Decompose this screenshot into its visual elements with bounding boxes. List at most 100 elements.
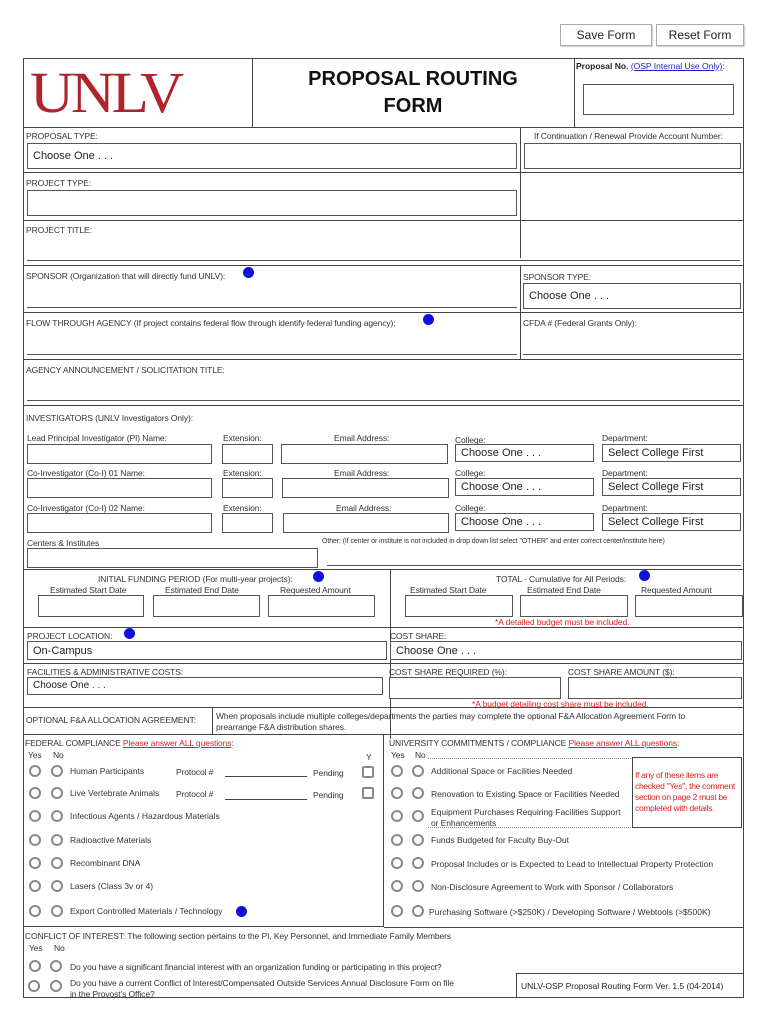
federal-item-3-no-radio[interactable] <box>51 810 63 822</box>
fa-costs-select[interactable]: Choose One . . . <box>27 677 383 695</box>
university-item-4-yes-radio[interactable] <box>391 834 403 846</box>
university-item-2-yes-radio[interactable] <box>391 787 403 799</box>
university-item-1-label: Additional Space or Facilities Needed <box>431 766 573 776</box>
conflict-q1-yes-radio[interactable] <box>29 960 41 972</box>
conflict-q2-line-1: Do you have a current Conflict of Intere… <box>70 978 454 988</box>
university-item-7-yes-radio[interactable] <box>391 905 403 917</box>
protocol-input-1[interactable] <box>225 776 307 777</box>
federal-item-2-no-radio[interactable] <box>51 787 63 799</box>
cost-share-required-input[interactable] <box>389 677 561 699</box>
protocol-input-2[interactable] <box>225 799 307 800</box>
pi-college-value: Choose One . . . <box>461 447 542 459</box>
federal-item-6-yes-radio[interactable] <box>29 880 41 892</box>
university-item-2-label: Renovation to Existing Space or Faciliti… <box>431 789 620 799</box>
unlv-logo: UNLV <box>30 60 184 125</box>
coi1-name-input[interactable] <box>27 478 212 498</box>
federal-item-5-no-radio[interactable] <box>51 857 63 869</box>
university-item-1-no-radio[interactable] <box>412 765 424 777</box>
university-item-6-no-radio[interactable] <box>412 880 424 892</box>
coi2-college-value: Choose One . . . <box>461 516 542 528</box>
federal-item-4-no-radio[interactable] <box>51 834 63 846</box>
federal-item-2-yes-radio[interactable] <box>29 787 41 799</box>
save-form-button[interactable]: Save Form <box>560 24 652 46</box>
university-yes-header: Yes <box>391 750 405 760</box>
university-item-4-no-radio[interactable] <box>412 834 424 846</box>
coi1-college-select[interactable]: Choose One . . . <box>455 478 594 496</box>
centers-select[interactable] <box>27 548 318 568</box>
pi-college-select[interactable]: Choose One . . . <box>455 444 594 462</box>
total-end-input[interactable] <box>520 595 628 617</box>
flow-through-input[interactable] <box>27 354 517 355</box>
reset-form-button[interactable]: Reset Form <box>656 24 744 46</box>
pending-checkbox-1[interactable] <box>362 766 374 778</box>
pi-dept-label: Department: <box>602 433 648 443</box>
divider <box>23 312 744 313</box>
federal-item-7-no-radio[interactable] <box>51 905 63 917</box>
project-type-select[interactable] <box>27 190 517 216</box>
coi1-dept-select[interactable]: Select College First <box>602 478 741 496</box>
university-item-3-yes-radio[interactable] <box>391 810 403 822</box>
university-item-1-yes-radio[interactable] <box>391 765 403 777</box>
total-start-input[interactable] <box>405 595 513 617</box>
university-item-3-line-2: or Enhancements <box>431 818 497 828</box>
federal-item-1-no-radio[interactable] <box>51 765 63 777</box>
coi1-email-input[interactable] <box>282 478 449 498</box>
university-item-5-yes-radio[interactable] <box>391 857 403 869</box>
conflict-q1-no-radio[interactable] <box>50 960 62 972</box>
pi-email-input[interactable] <box>281 444 448 464</box>
coi1-name-label: Co-Investigator (Co-I) 01 Name: <box>27 468 145 478</box>
university-item-2-no-radio[interactable] <box>412 787 424 799</box>
federal-item-5-yes-radio[interactable] <box>29 857 41 869</box>
cost-share-select[interactable]: Choose One . . . <box>390 641 742 660</box>
coi1-ext-input[interactable] <box>222 478 273 498</box>
total-funding-help-icon[interactable]: ? <box>639 570 650 581</box>
university-title-text: UNIVERSITY COMMITMENTS / COMPLIANCE <box>389 738 567 748</box>
title-line-2: FORM <box>383 95 443 117</box>
pending-label-2: Pending <box>313 790 344 800</box>
cost-share-amount-input[interactable] <box>568 677 742 699</box>
initial-start-input[interactable] <box>38 595 144 617</box>
export-help-icon[interactable]: ? <box>236 906 247 917</box>
university-item-3-no-radio[interactable] <box>412 810 424 822</box>
federal-item-1-yes-radio[interactable] <box>29 765 41 777</box>
pi-dept-select[interactable]: Select College First <box>602 444 741 462</box>
flow-through-help-icon[interactable]: ? <box>423 314 434 325</box>
announcement-input[interactable] <box>27 400 740 401</box>
coi2-email-input[interactable] <box>283 513 449 533</box>
sponsor-input[interactable] <box>27 307 517 308</box>
coi1-college-label: College: <box>455 468 486 478</box>
project-location-help-icon[interactable]: ? <box>124 628 135 639</box>
conflict-q2-yes-radio[interactable] <box>28 980 40 992</box>
total-amount-input[interactable] <box>635 595 743 617</box>
sponsor-help-icon[interactable]: ? <box>243 267 254 278</box>
other-center-input[interactable] <box>327 565 741 566</box>
sponsor-type-select[interactable]: Choose One . . . <box>523 283 741 309</box>
federal-item-6-no-radio[interactable] <box>51 880 63 892</box>
account-number-input[interactable] <box>524 143 741 169</box>
coi2-college-select[interactable]: Choose One . . . <box>455 513 594 531</box>
university-item-7-no-radio[interactable] <box>412 905 424 917</box>
federal-item-4-yes-radio[interactable] <box>29 834 41 846</box>
federal-item-3-yes-radio[interactable] <box>29 810 41 822</box>
university-item-6-yes-radio[interactable] <box>391 880 403 892</box>
pi-name-input[interactable] <box>27 444 212 464</box>
federal-item-7-yes-radio[interactable] <box>29 905 41 917</box>
coi2-dept-select[interactable]: Select College First <box>602 513 741 531</box>
proposal-no-input[interactable] <box>583 84 734 115</box>
conflict-q2-no-radio[interactable] <box>50 980 62 992</box>
proposal-type-select[interactable]: Choose One . . . <box>27 143 517 169</box>
pending-checkbox-2[interactable] <box>362 787 374 799</box>
project-location-select[interactable]: On-Campus <box>27 641 387 660</box>
initial-amount-input[interactable] <box>268 595 375 617</box>
coi2-ext-input[interactable] <box>222 513 273 533</box>
osp-internal-link[interactable]: (OSP Internal Use Only) <box>631 61 723 71</box>
cfda-input[interactable] <box>523 354 741 355</box>
pi-ext-input[interactable] <box>222 444 273 464</box>
coi2-name-input[interactable] <box>27 513 212 533</box>
initial-end-input[interactable] <box>153 595 260 617</box>
sponsor-type-label: SPONSOR TYPE: <box>523 272 591 282</box>
fa-allocation-text-1: When proposals include multiple colleges… <box>216 711 686 721</box>
university-item-5-no-radio[interactable] <box>412 857 424 869</box>
initial-funding-help-icon[interactable]: ? <box>313 571 324 582</box>
project-title-input[interactable] <box>27 260 740 261</box>
